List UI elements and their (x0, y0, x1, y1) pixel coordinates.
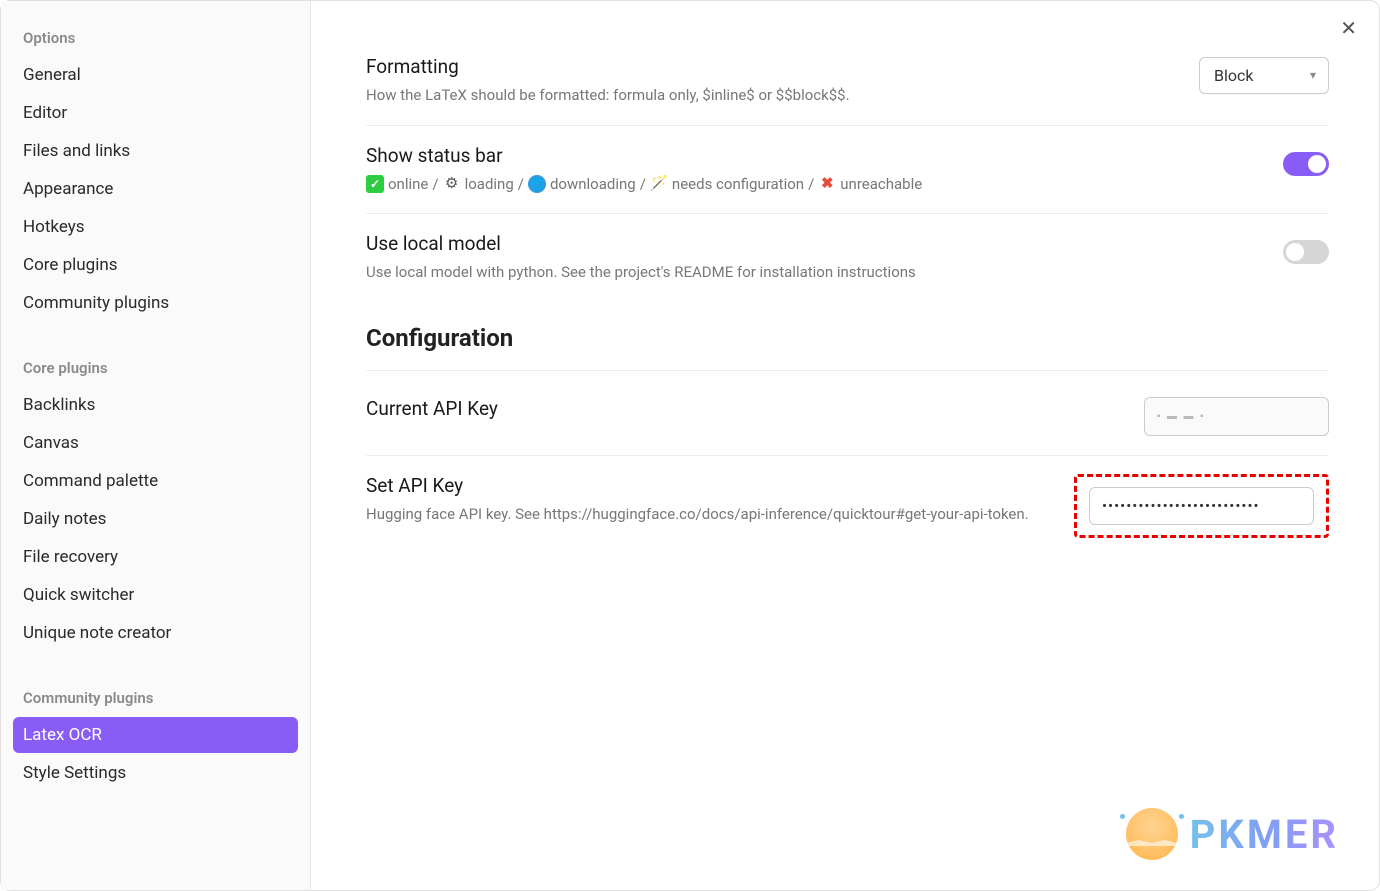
sidebar-item-command-palette[interactable]: Command palette (13, 463, 298, 499)
sidebar-header-options: Options (13, 21, 298, 57)
setting-title: Use local model (366, 232, 1253, 255)
status-online-label: online (388, 173, 428, 196)
status-bar-toggle[interactable] (1283, 152, 1329, 176)
watermark-orb-icon (1126, 808, 1178, 860)
setting-title: Set API Key (366, 474, 1044, 497)
status-loading-label: loading (465, 173, 514, 196)
sidebar-item-files-links[interactable]: Files and links (13, 133, 298, 169)
sidebar-item-canvas[interactable]: Canvas (13, 425, 298, 461)
setting-set-api-key: Set API Key Hugging face API key. See ht… (366, 456, 1329, 556)
sidebar-item-hotkeys[interactable]: Hotkeys (13, 209, 298, 245)
sidebar-header-community-plugins: Community plugins (13, 681, 298, 717)
close-button[interactable]: ✕ (1340, 19, 1357, 39)
sidebar-item-quick-switcher[interactable]: Quick switcher (13, 577, 298, 613)
setting-status-bar: Show status bar ✓ online / ⚙ loading / 🌐… (366, 126, 1329, 215)
setting-desc: Hugging face API key. See https://huggin… (366, 503, 1044, 526)
settings-dialog: Options General Editor Files and links A… (0, 0, 1380, 891)
setting-current-api-key: Current API Key ▪ ▬ ▬ ▪ (366, 379, 1329, 456)
watermark: PKMER (1126, 808, 1339, 860)
setting-local-model: Use local model Use local model with pyt… (366, 214, 1329, 302)
check-icon: ✓ (366, 175, 384, 193)
wand-icon: 🪄 (650, 175, 668, 193)
status-needs-config-label: needs configuration (672, 173, 804, 196)
sidebar: Options General Editor Files and links A… (1, 1, 311, 890)
setting-formatting: Formatting How the LaTeX should be forma… (366, 37, 1329, 126)
formatting-select[interactable]: Block (1199, 57, 1329, 94)
setting-title: Formatting (366, 55, 1169, 78)
sidebar-item-file-recovery[interactable]: File recovery (13, 539, 298, 575)
setting-title: Show status bar (366, 144, 1253, 167)
status-downloading-label: downloading (550, 173, 636, 196)
sidebar-item-daily-notes[interactable]: Daily notes (13, 501, 298, 537)
watermark-text: PKMER (1190, 811, 1339, 858)
sidebar-item-community-plugins[interactable]: Community plugins (13, 285, 298, 321)
api-key-highlight (1074, 474, 1329, 538)
configuration-heading: Configuration (366, 324, 1329, 371)
sidebar-item-appearance[interactable]: Appearance (13, 171, 298, 207)
settings-pane: ✕ Formatting How the LaTeX should be for… (311, 1, 1379, 890)
x-icon: ✖ (818, 175, 836, 193)
sidebar-item-latex-ocr[interactable]: Latex OCR (13, 717, 298, 753)
gear-icon: ⚙ (443, 175, 461, 193)
current-api-key-display: ▪ ▬ ▬ ▪ (1144, 397, 1329, 436)
sidebar-header-core-plugins: Core plugins (13, 351, 298, 387)
setting-title: Current API Key (366, 397, 1114, 420)
sidebar-item-editor[interactable]: Editor (13, 95, 298, 131)
sidebar-item-unique-note-creator[interactable]: Unique note creator (13, 615, 298, 651)
sidebar-item-core-plugins[interactable]: Core plugins (13, 247, 298, 283)
local-model-toggle[interactable] (1283, 240, 1329, 264)
sidebar-item-backlinks[interactable]: Backlinks (13, 387, 298, 423)
setting-desc: How the LaTeX should be formatted: formu… (366, 84, 1169, 107)
globe-icon: 🌐 (528, 175, 546, 193)
status-bar-legend: ✓ online / ⚙ loading / 🌐 downloading / 🪄… (366, 173, 922, 196)
api-key-input[interactable] (1089, 487, 1314, 525)
sidebar-item-style-settings[interactable]: Style Settings (13, 755, 298, 791)
sidebar-item-general[interactable]: General (13, 57, 298, 93)
setting-desc: Use local model with python. See the pro… (366, 261, 1253, 284)
status-unreachable-label: unreachable (840, 173, 922, 196)
